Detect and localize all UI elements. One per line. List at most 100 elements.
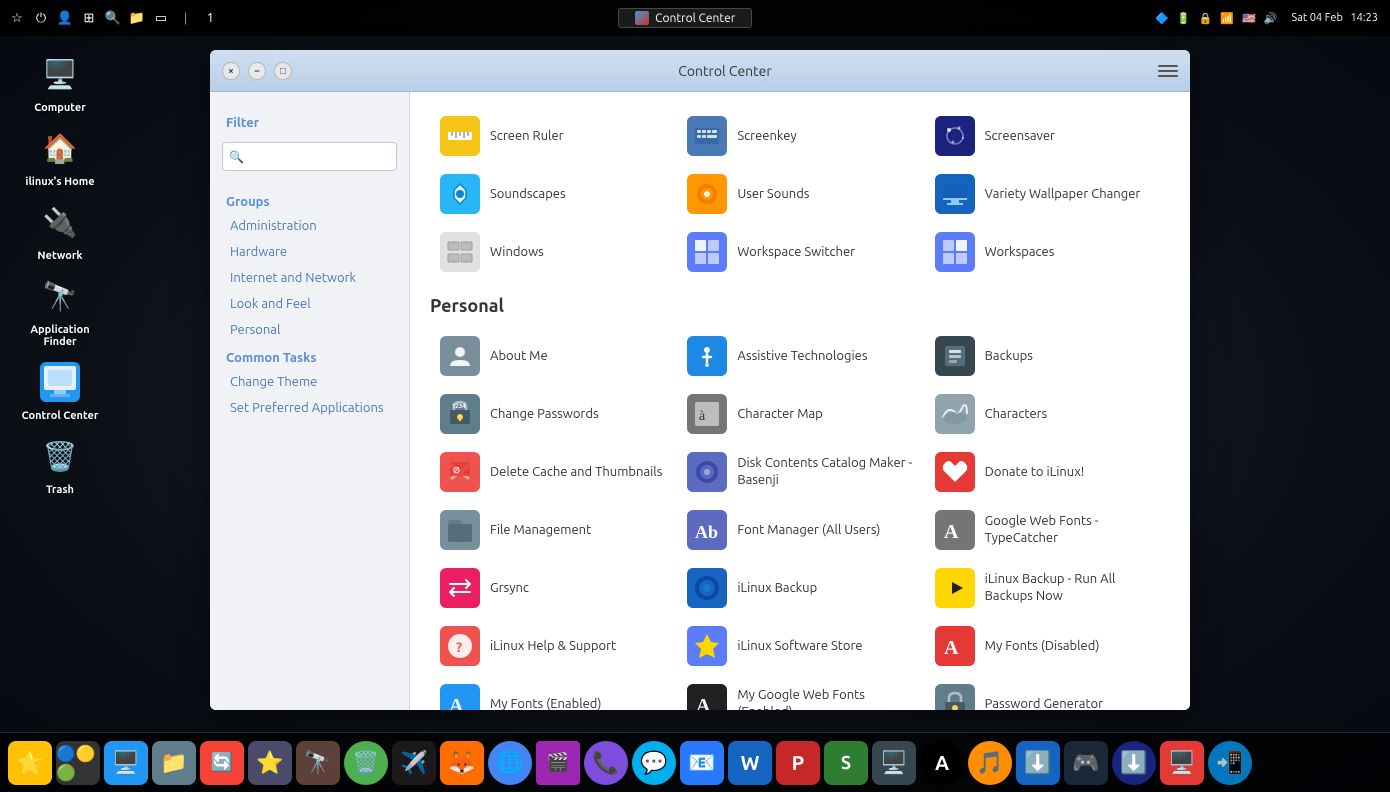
desktop-icon-home[interactable]: 🏠 ilinux's Home	[20, 124, 100, 188]
item-my-fonts-enabled[interactable]: A My Fonts (Enabled)	[430, 676, 675, 710]
dock-skype[interactable]: 💬	[632, 741, 676, 785]
workspace-number[interactable]: 1	[201, 9, 219, 27]
sidebar-item-internet[interactable]: Internet and Network	[210, 265, 409, 291]
item-my-fonts-disabled[interactable]: A My Fonts (Disabled)	[925, 618, 1170, 674]
item-ilinux-backup-run[interactable]: iLinux Backup - Run All Backups Now	[925, 560, 1170, 616]
sidebar-item-administration[interactable]: Administration	[210, 213, 409, 239]
dock-toggle[interactable]: 🔄	[200, 741, 244, 785]
signal-icon[interactable]: 📶	[1220, 12, 1234, 25]
item-password-generator[interactable]: Password Generator	[925, 676, 1170, 710]
variety-wallpaper-label: Variety Wallpaper Changer	[985, 186, 1141, 203]
item-screensaver[interactable]: Screensaver	[925, 108, 1170, 164]
item-screenkey[interactable]: Screenkey	[677, 108, 922, 164]
bluetooth-icon[interactable]: 🔷	[1155, 12, 1169, 25]
dock-firefox[interactable]: 🦊	[440, 741, 484, 785]
item-workspaces[interactable]: Workspaces	[925, 224, 1170, 280]
windows-icon	[440, 232, 480, 272]
dock-anydesk[interactable]: 🖥️	[1160, 741, 1204, 785]
dock-qbittorrent[interactable]: ⬇️	[1112, 741, 1156, 785]
item-ilinux-store[interactable]: iLinux Software Store	[677, 618, 922, 674]
my-fonts-disabled-label: My Fonts (Disabled)	[985, 638, 1100, 655]
item-assistive-tech[interactable]: Assistive Technologies	[677, 328, 922, 384]
desktop-icon-trash[interactable]: 🗑️ Trash	[20, 432, 100, 496]
dock-email[interactable]: 📧	[680, 741, 724, 785]
sidebar-item-hardware[interactable]: Hardware	[210, 239, 409, 265]
dock-writer[interactable]: W	[728, 741, 772, 785]
item-donate[interactable]: Donate to iLinux!	[925, 444, 1170, 500]
dock-star[interactable]: ⭐	[8, 741, 52, 785]
dock-presentation[interactable]: P	[776, 741, 820, 785]
star-icon[interactable]: ☆	[8, 9, 26, 27]
lock-icon[interactable]: 🔒	[1199, 12, 1213, 25]
donate-label: Donate to iLinux!	[985, 464, 1085, 481]
sidebar-item-personal[interactable]: Personal	[210, 317, 409, 343]
item-grsync[interactable]: Grsync	[430, 560, 675, 616]
dock-vlc[interactable]: 🎵	[968, 741, 1012, 785]
font-manager-label: Font Manager (All Users)	[737, 522, 880, 539]
active-window-button[interactable]: Control Center	[618, 8, 752, 28]
dock-star2[interactable]: ⭐	[248, 741, 292, 785]
files-icon[interactable]: 📁	[128, 9, 146, 27]
sidebar-item-changetheme[interactable]: Change Theme	[210, 369, 409, 395]
maximize-button[interactable]: □	[274, 62, 292, 80]
desktop-icon-computer[interactable]: 🖥️ Computer	[20, 50, 100, 114]
terminal-icon[interactable]: ▭	[152, 9, 170, 27]
sidebar-item-preferredapps[interactable]: Set Preferred Applications	[210, 395, 409, 421]
dock-plane[interactable]: ✈️	[392, 741, 436, 785]
google-web-fonts-icon: A	[687, 684, 727, 710]
user-icon[interactable]: 👤	[56, 9, 74, 27]
item-soundscapes[interactable]: Soundscapes	[430, 166, 675, 222]
item-about-me[interactable]: About Me	[430, 328, 675, 384]
dock-teamviewer[interactable]: 📲	[1208, 741, 1252, 785]
volume-icon[interactable]: 🔊	[1264, 12, 1278, 25]
item-windows[interactable]: Windows	[430, 224, 675, 280]
dock-amazon[interactable]: A	[920, 741, 964, 785]
backups-label: Backups	[985, 348, 1033, 365]
dock-steam[interactable]: 🎮	[1064, 741, 1108, 785]
menu-icon[interactable]	[1158, 61, 1178, 81]
item-variety-wallpaper[interactable]: Variety Wallpaper Changer	[925, 166, 1170, 222]
dock-files[interactable]: 📁	[152, 741, 196, 785]
desktop-icon-appfinder[interactable]: 🔭 Application Finder	[20, 272, 100, 348]
dock-trash2[interactable]: 🗑️	[344, 741, 388, 785]
dock-spreadsheet[interactable]: S	[824, 741, 868, 785]
control-center-window: × − □ Control Center Filter 🔍 Groups Adm…	[210, 50, 1190, 710]
dock-balls[interactable]: 🔵🟡🟢	[56, 741, 100, 785]
flag-icon[interactable]: 🇺🇸	[1242, 12, 1256, 25]
item-ilinux-help[interactable]: ? iLinux Help & Support	[430, 618, 675, 674]
item-font-manager[interactable]: Ab Font Manager (All Users)	[677, 502, 922, 558]
sidebar-item-lookandfeel[interactable]: Look and Feel	[210, 291, 409, 317]
item-user-sounds[interactable]: User Sounds	[677, 166, 922, 222]
dock-torrent[interactable]: ⬇️	[1016, 741, 1060, 785]
search-input[interactable]	[222, 142, 397, 171]
minimize-button[interactable]: −	[248, 62, 266, 80]
home-label: ilinux's Home	[25, 176, 94, 188]
battery-icon[interactable]: 🔋	[1177, 12, 1191, 25]
item-character-map[interactable]: à Character Map	[677, 386, 922, 442]
desktop-icon-controlcenter[interactable]: Control Center	[20, 358, 100, 422]
item-screen-ruler[interactable]: Screen Ruler	[430, 108, 675, 164]
dock-chrome[interactable]: 🌐	[488, 741, 532, 785]
item-workspace-switcher[interactable]: Workspace Switcher	[677, 224, 922, 280]
dock-binoculars[interactable]: 🔭	[296, 741, 340, 785]
filter-label: Filter	[210, 108, 409, 134]
backups-icon	[935, 336, 975, 376]
item-backups[interactable]: Backups	[925, 328, 1170, 384]
dock-screen[interactable]: 🖥️	[872, 741, 916, 785]
item-google-web-fonts[interactable]: A My Google Web Fonts (Enabled)	[677, 676, 922, 710]
item-ilinux-backup[interactable]: iLinux Backup	[677, 560, 922, 616]
search-icon[interactable]: 🔍	[104, 9, 122, 27]
item-file-management[interactable]: File Management	[430, 502, 675, 558]
desktop-icon-network[interactable]: 🔌 Network	[20, 198, 100, 262]
item-delete-cache[interactable]: ∅ Delete Cache and Thumbnails	[430, 444, 675, 500]
dock-viber[interactable]: 📞	[584, 741, 628, 785]
dock-clapper[interactable]: 🎬	[536, 741, 580, 785]
close-button[interactable]: ×	[222, 62, 240, 80]
item-google-fonts[interactable]: A Google Web Fonts - TypeCatcher	[925, 502, 1170, 558]
apps-icon[interactable]: ⊞	[80, 9, 98, 27]
item-characters[interactable]: Characters	[925, 386, 1170, 442]
power-icon[interactable]: ⏻	[32, 9, 50, 27]
item-change-passwords[interactable]: 1234 Change Passwords	[430, 386, 675, 442]
item-disk-catalog[interactable]: Disk Contents Catalog Maker - Basenji	[677, 444, 922, 500]
dock-monitor[interactable]: 🖥️	[104, 741, 148, 785]
